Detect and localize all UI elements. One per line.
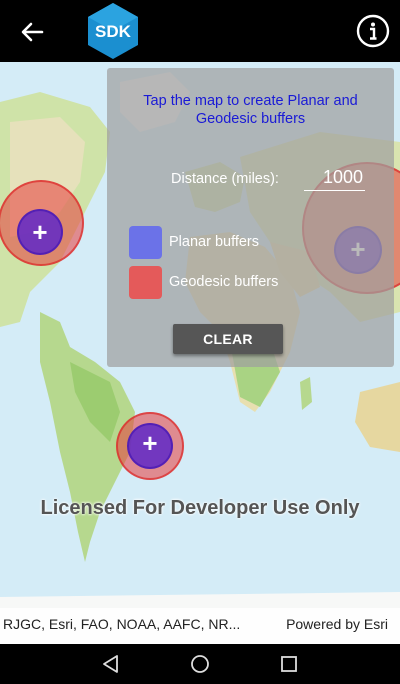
powered-by-text: Powered by Esri — [286, 616, 388, 632]
clear-button[interactable]: CLEAR — [173, 324, 283, 354]
plus-marker-icon: + — [32, 217, 48, 247]
buffer-options-panel: Tap the map to create Planar and Geodesi… — [107, 68, 394, 367]
svg-text:SDK: SDK — [95, 22, 132, 41]
system-nav-bar — [0, 644, 400, 684]
distance-input[interactable] — [304, 164, 365, 191]
license-watermark: Licensed For Developer Use Only — [40, 497, 360, 519]
app-bar: SDK — [0, 0, 400, 62]
info-icon[interactable] — [356, 14, 390, 48]
back-arrow-icon[interactable] — [18, 18, 46, 46]
distance-label: Distance (miles): — [171, 171, 279, 187]
nav-back-icon[interactable] — [99, 652, 123, 676]
sdk-logo: SDK — [88, 3, 138, 59]
plus-marker-icon: + — [142, 428, 158, 458]
planar-legend-label: Planar buffers — [169, 234, 260, 250]
nav-recents-icon[interactable] — [277, 652, 301, 676]
attribution-bar[interactable]: RJGC, Esri, FAO, NOAA, AAFC, NR... Power… — [0, 608, 400, 644]
geodesic-swatch — [129, 266, 162, 299]
geodesic-legend-label: Geodesic buffers — [169, 274, 279, 290]
attribution-text[interactable]: RJGC, Esri, FAO, NOAA, AAFC, NR... — [3, 616, 240, 632]
planar-swatch — [129, 226, 162, 259]
panel-title: Tap the map to create Planar and Geodesi… — [143, 93, 358, 127]
nav-home-icon[interactable] — [188, 652, 212, 676]
